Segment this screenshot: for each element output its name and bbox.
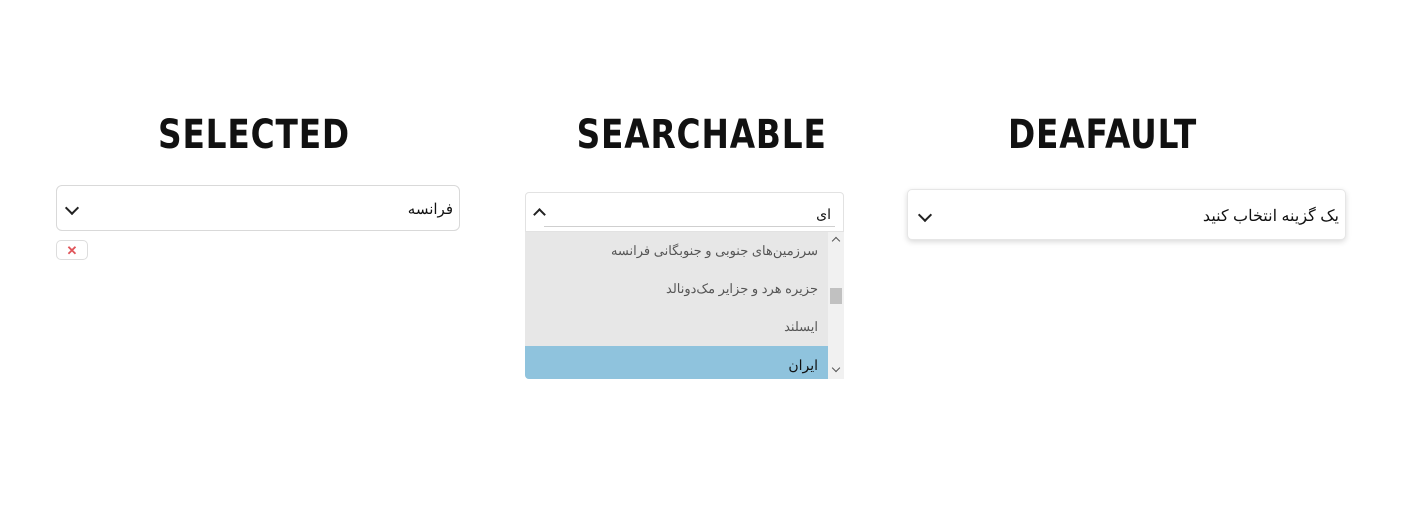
selected-dropdown[interactable]: فرانسه: [56, 185, 460, 231]
selected-value: فرانسه: [407, 201, 453, 218]
search-input[interactable]: [544, 203, 835, 227]
heading-searchable: SEARCHABLE: [576, 112, 827, 158]
chevron-down-icon[interactable]: [64, 200, 80, 216]
option-item[interactable]: جزیره هرد و جزایر مک‌دونالد: [525, 270, 828, 308]
options-scrollbar[interactable]: [828, 232, 844, 379]
option-item-active[interactable]: ایران: [525, 346, 828, 379]
scroll-up-icon[interactable]: [831, 236, 841, 246]
chevron-down-icon[interactable]: [917, 207, 933, 223]
options-list[interactable]: سرزمین‌های جنوبی و جنوبگانی فرانسه جزیره…: [525, 232, 828, 379]
heading-selected: SELECTED: [158, 112, 350, 158]
placeholder-text: یک گزینه انتخاب کنید: [1202, 208, 1339, 225]
close-icon: ✕: [66, 243, 78, 258]
heading-default: DEAFAULT: [1008, 112, 1198, 158]
searchable-dropdown[interactable]: [525, 192, 844, 232]
option-item[interactable]: سرزمین‌های جنوبی و جنوبگانی فرانسه: [525, 232, 828, 270]
option-item[interactable]: ایسلند: [525, 308, 828, 346]
clear-selection-button[interactable]: ✕: [56, 240, 88, 260]
demo-stage: SELECTED SEARCHABLE DEAFAULT فرانسه ✕ سر…: [0, 0, 1401, 519]
scrollbar-thumb[interactable]: [830, 288, 842, 304]
default-dropdown[interactable]: یک گزینه انتخاب کنید: [907, 189, 1346, 240]
scroll-down-icon[interactable]: [831, 363, 841, 373]
